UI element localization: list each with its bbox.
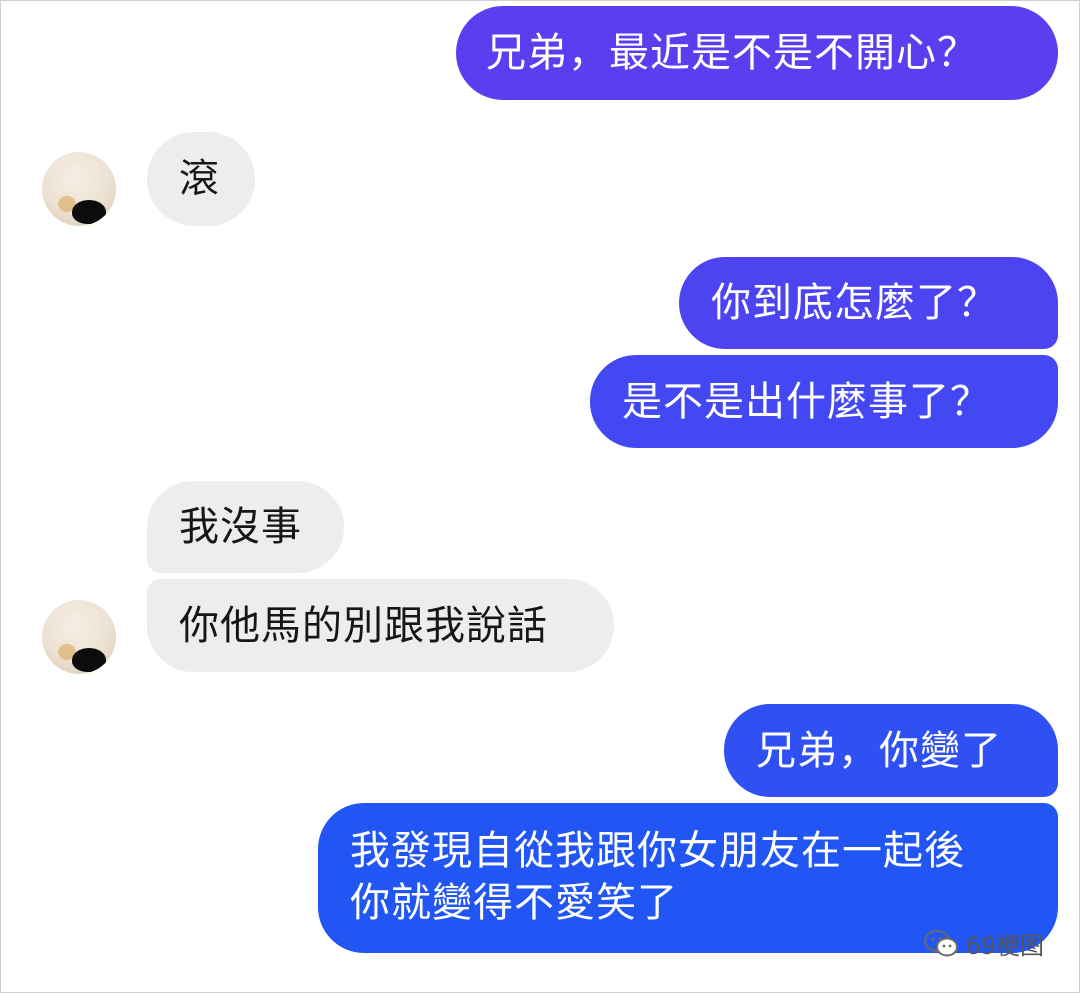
message-bubble-outgoing[interactable]: 你到底怎麼了？ bbox=[679, 257, 1058, 349]
wechat-icon bbox=[923, 929, 959, 959]
watermark-text: 69梗图 bbox=[965, 932, 1044, 960]
message-bubble-incoming[interactable]: 我沒事 bbox=[147, 481, 344, 573]
message-text: 你他馬的別跟我說話 bbox=[179, 603, 548, 649]
message-text: 你到底怎麼了？ bbox=[711, 280, 998, 326]
message-text: 兄弟，你變了 bbox=[756, 728, 1002, 774]
contact-avatar[interactable] bbox=[42, 600, 116, 674]
message-text: 兄弟，最近是不是不開心？ bbox=[486, 30, 978, 76]
message-text-line: 你就變得不愛笑了 bbox=[350, 880, 678, 926]
message-text: 是不是出什麼事了？ bbox=[622, 379, 991, 425]
message-bubble-incoming[interactable]: 滾 bbox=[147, 132, 255, 226]
message-bubble-outgoing[interactable]: 兄弟，最近是不是不開心？ bbox=[456, 6, 1058, 100]
watermark: 69梗图 bbox=[923, 926, 1044, 961]
message-bubble-outgoing[interactable]: 兄弟，你變了 bbox=[724, 704, 1058, 797]
contact-avatar[interactable] bbox=[42, 152, 116, 226]
message-bubble-incoming[interactable]: 你他馬的別跟我說話 bbox=[147, 579, 614, 672]
avatar-shadow bbox=[72, 200, 106, 224]
message-text: 我沒事 bbox=[179, 504, 302, 550]
message-text-line: 我發現自從我跟你女朋友在一起後 bbox=[350, 828, 965, 874]
message-text: 滾 bbox=[179, 156, 220, 202]
message-bubble-outgoing[interactable]: 是不是出什麼事了？ bbox=[590, 355, 1058, 448]
avatar-shadow bbox=[72, 648, 106, 672]
